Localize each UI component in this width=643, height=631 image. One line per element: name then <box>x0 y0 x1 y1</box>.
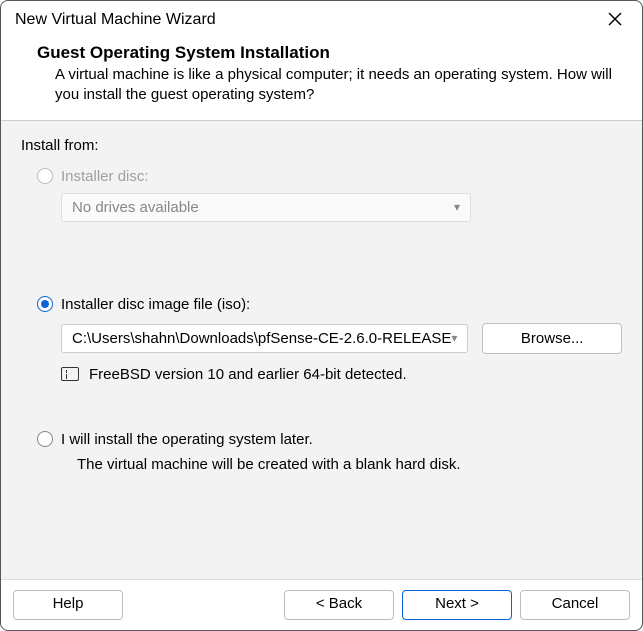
titlebar: New Virtual Machine Wizard <box>1 1 642 37</box>
chevron-down-icon: ▾ <box>454 200 460 214</box>
page-title: Guest Operating System Installation <box>37 43 624 63</box>
iso-path-text: C:\Users\shahn\Downloads\pfSense-CE-2.6.… <box>72 330 451 347</box>
wizard-content: Install from: Installer disc: No drives … <box>1 121 642 581</box>
radio-later[interactable] <box>37 431 53 447</box>
page-description: A virtual machine is like a physical com… <box>37 65 624 106</box>
option-iso: Installer disc image file (iso): C:\User… <box>37 296 622 383</box>
option-installer-disc: Installer disc: No drives available ▾ <box>37 168 622 222</box>
wizard-window: New Virtual Machine Wizard Guest Operati… <box>0 0 643 631</box>
next-button[interactable]: Next > <box>402 590 512 620</box>
option-later-subtext: The virtual machine will be created with… <box>77 456 622 473</box>
drive-dropdown: No drives available ▾ <box>61 193 471 222</box>
info-icon <box>61 367 79 381</box>
option-later-label: I will install the operating system late… <box>61 431 313 448</box>
option-installer-disc-label: Installer disc: <box>61 168 149 185</box>
radio-iso[interactable] <box>37 296 53 312</box>
wizard-footer: Help < Back Next > Cancel <box>1 580 642 630</box>
iso-path-dropdown[interactable]: C:\Users\shahn\Downloads\pfSense-CE-2.6.… <box>61 324 468 353</box>
radio-installer-disc <box>37 168 53 184</box>
back-button[interactable]: < Back <box>284 590 394 620</box>
detection-text: FreeBSD version 10 and earlier 64-bit de… <box>89 366 407 383</box>
help-button[interactable]: Help <box>13 590 123 620</box>
cancel-button[interactable]: Cancel <box>520 590 630 620</box>
window-title: New Virtual Machine Wizard <box>15 11 216 29</box>
drive-dropdown-text: No drives available <box>72 199 199 216</box>
chevron-down-icon: ▾ <box>451 331 457 345</box>
option-later: I will install the operating system late… <box>37 431 622 473</box>
option-iso-label: Installer disc image file (iso): <box>61 296 250 313</box>
detection-info: FreeBSD version 10 and earlier 64-bit de… <box>61 366 622 383</box>
install-from-label: Install from: <box>21 137 622 154</box>
browse-button[interactable]: Browse... <box>482 323 622 354</box>
close-icon[interactable] <box>602 9 628 31</box>
wizard-header: Guest Operating System Installation A vi… <box>1 37 642 121</box>
